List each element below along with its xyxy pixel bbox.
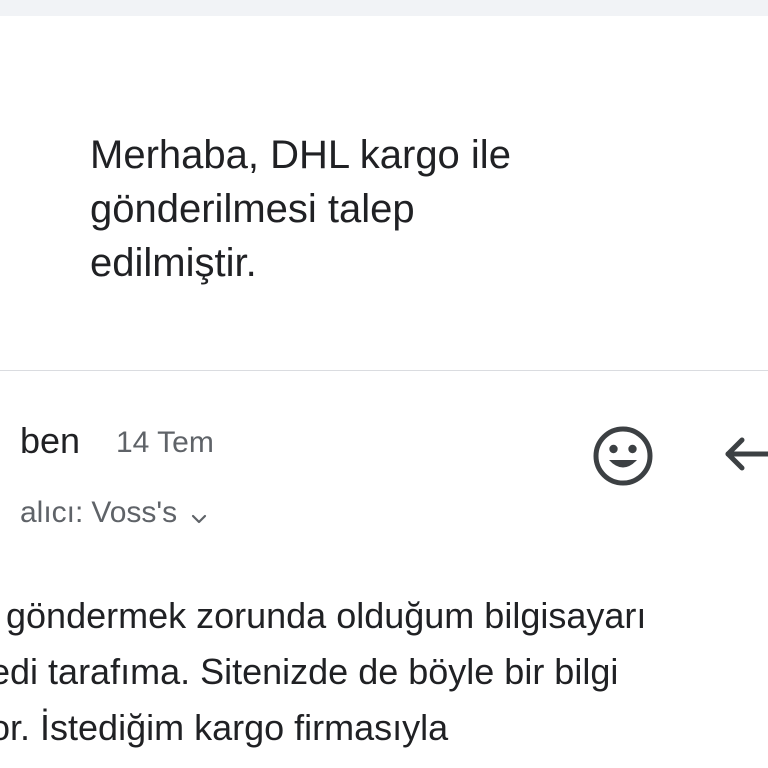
quoted-message: Merhaba, DHL kargo ile gönderilmesi tale… — [90, 128, 730, 290]
top-strip — [0, 0, 768, 16]
quoted-message-line: Merhaba, DHL kargo ile — [90, 133, 511, 177]
message-body: göndermek zorunda olduğum bilgisayarı ed… — [0, 588, 768, 756]
message-body-line: göndermek zorunda olduğum bilgisayarı — [6, 595, 647, 636]
quoted-message-line: gönderilmesi talep — [90, 187, 415, 231]
message-body-line: edi tarafıma. Sitenizde de böyle bir bil… — [0, 651, 619, 692]
recipient-name: Voss's — [91, 496, 178, 529]
message-body-line: or. İstediğim kargo firmasıyla — [0, 707, 449, 748]
message-date: 14 Tem — [116, 426, 214, 459]
reply-button[interactable] — [720, 428, 768, 480]
quoted-message-line: edilmiştir. — [90, 241, 257, 285]
add-reaction-button[interactable] — [590, 423, 656, 489]
smiley-face-icon — [593, 426, 653, 486]
recipient-details-toggle[interactable]: alıcı: Voss's — [20, 494, 207, 532]
sender-name[interactable]: ben — [20, 420, 80, 462]
reply-arrow-icon — [725, 437, 768, 471]
message-divider — [0, 370, 768, 371]
chevron-down-icon[interactable] — [191, 498, 207, 532]
recipient-prefix: alıcı: — [20, 496, 84, 529]
